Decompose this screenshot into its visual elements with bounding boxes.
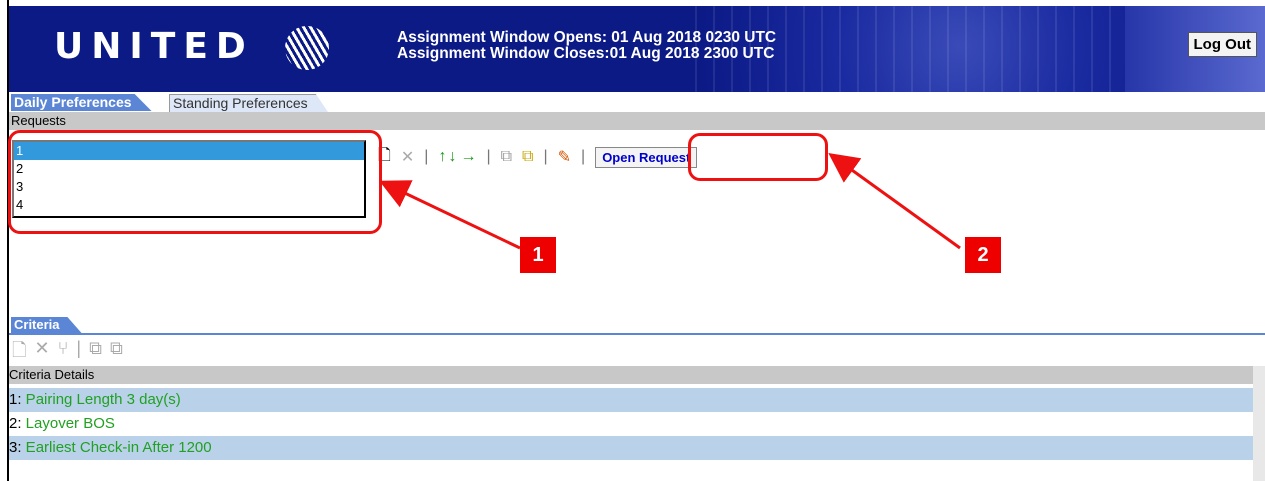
criteria-scrollbar[interactable]	[1253, 366, 1265, 481]
table-row[interactable]: 3: Earliest Check-in After 1200	[9, 436, 1253, 460]
delete-icon: ✕	[34, 338, 50, 358]
criteria-details-header: Criteria Details	[9, 366, 1253, 384]
split-icon: ⑂	[57, 338, 69, 358]
criteria-text: Pairing Length 3 day(s)	[21, 391, 181, 408]
toolbar-separator: |	[76, 338, 82, 358]
criteria-text: Earliest Check-in After 1200	[21, 439, 212, 456]
new-document-icon: 🗋	[12, 340, 27, 360]
criteria-tabbar: Criteria	[9, 317, 1265, 335]
table-row[interactable]: 1: Pairing Length 3 day(s)	[9, 388, 1253, 412]
row-number: 1:	[9, 391, 22, 408]
criteria-text: Layover BOS	[21, 415, 115, 432]
criteria-toolbar: 🗋 ✕ ⑂ | ⧉ ⧉	[12, 338, 123, 368]
row-number: 2:	[9, 415, 22, 432]
paste-icon: ⧉	[109, 338, 123, 358]
callout-badge-2: 2	[965, 237, 1001, 273]
row-number: 3:	[9, 439, 22, 456]
callout-arrow-1	[379, 180, 521, 250]
copy-icon: ⧉	[89, 338, 102, 358]
tab-criteria[interactable]: Criteria	[11, 317, 82, 333]
table-row[interactable]: 2: Layover BOS	[9, 412, 1253, 436]
callout-badge-1: 1	[520, 237, 556, 273]
callout-arrow-2	[828, 152, 961, 250]
